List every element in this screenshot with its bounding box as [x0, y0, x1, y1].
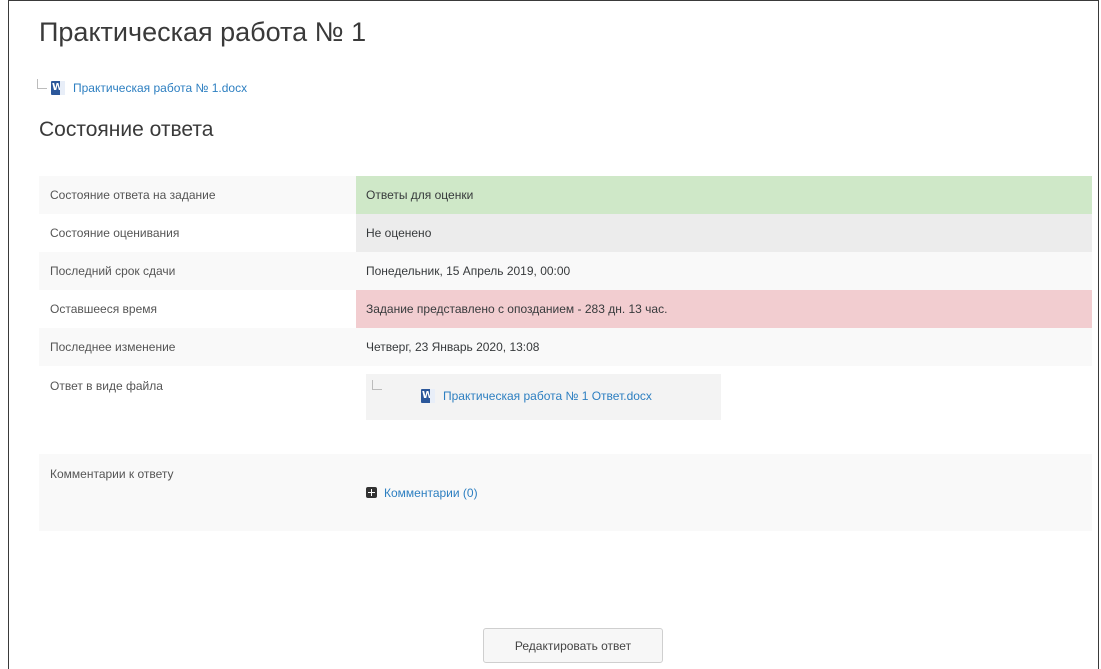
- comments-value: Комментарии (0): [356, 454, 1092, 531]
- table-row: Ответ в виде файла Практическая работа №…: [39, 366, 1092, 442]
- comments-link[interactable]: Комментарии (0): [384, 486, 478, 500]
- table-row: Последнее изменение Четверг, 23 Январь 2…: [39, 328, 1092, 366]
- plus-icon: [366, 487, 377, 498]
- file-submission-value: Практическая работа № 1 Ответ.docx: [356, 366, 1092, 442]
- section-title: Состояние ответа: [39, 118, 214, 141]
- file-tree: Практическая работа № 1 Ответ.docx: [366, 374, 721, 420]
- time-remaining-value: Задание представлено с опозданием - 283 …: [356, 290, 1092, 328]
- assignment-panel: Практическая работа № 1 Практическая раб…: [8, 0, 1099, 669]
- table-row: Последний срок сдачи Понедельник, 15 Апр…: [39, 252, 1092, 290]
- table-row: Комментарии к ответу Комментарии (0): [39, 454, 1092, 531]
- page-title: Практическая работа № 1: [39, 17, 367, 47]
- submitted-file-link[interactable]: Практическая работа № 1 Ответ.docx: [443, 389, 652, 403]
- row-label: Последнее изменение: [50, 340, 176, 354]
- word-doc-icon: [51, 81, 65, 95]
- row-label: Состояние оценивания: [50, 226, 180, 240]
- row-label: Комментарии к ответу: [50, 467, 174, 481]
- word-doc-icon: [421, 389, 435, 403]
- table-row: Состояние ответа на задание Ответы для о…: [39, 176, 1092, 214]
- table-row: Состояние оценивания Не оценено: [39, 214, 1092, 252]
- submission-status-value: Ответы для оценки: [356, 176, 1092, 214]
- row-label: Последний срок сдачи: [50, 264, 176, 278]
- row-label: Ответ в виде файла: [50, 379, 163, 393]
- row-label: Состояние ответа на задание: [50, 188, 216, 202]
- edit-submission-button[interactable]: Редактировать ответ: [483, 628, 663, 663]
- submission-status-table: Состояние ответа на задание Ответы для о…: [39, 176, 1092, 531]
- table-row: Оставшееся время Задание представлено с …: [39, 290, 1092, 328]
- attachment-row: Практическая работа № 1.docx: [37, 79, 247, 95]
- tree-connector: [37, 79, 47, 89]
- row-label: Оставшееся время: [50, 302, 158, 316]
- grading-status-value: Не оценено: [356, 214, 1092, 252]
- due-date-value: Понедельник, 15 Апрель 2019, 00:00: [366, 264, 571, 278]
- last-modified-value: Четверг, 23 Январь 2020, 13:08: [366, 340, 540, 354]
- attachment-link[interactable]: Практическая работа № 1.docx: [73, 81, 247, 95]
- comments-toggle[interactable]: Комментарии (0): [366, 486, 478, 500]
- submitted-file: Практическая работа № 1 Ответ.docx: [421, 389, 652, 403]
- tree-connector: [372, 380, 382, 390]
